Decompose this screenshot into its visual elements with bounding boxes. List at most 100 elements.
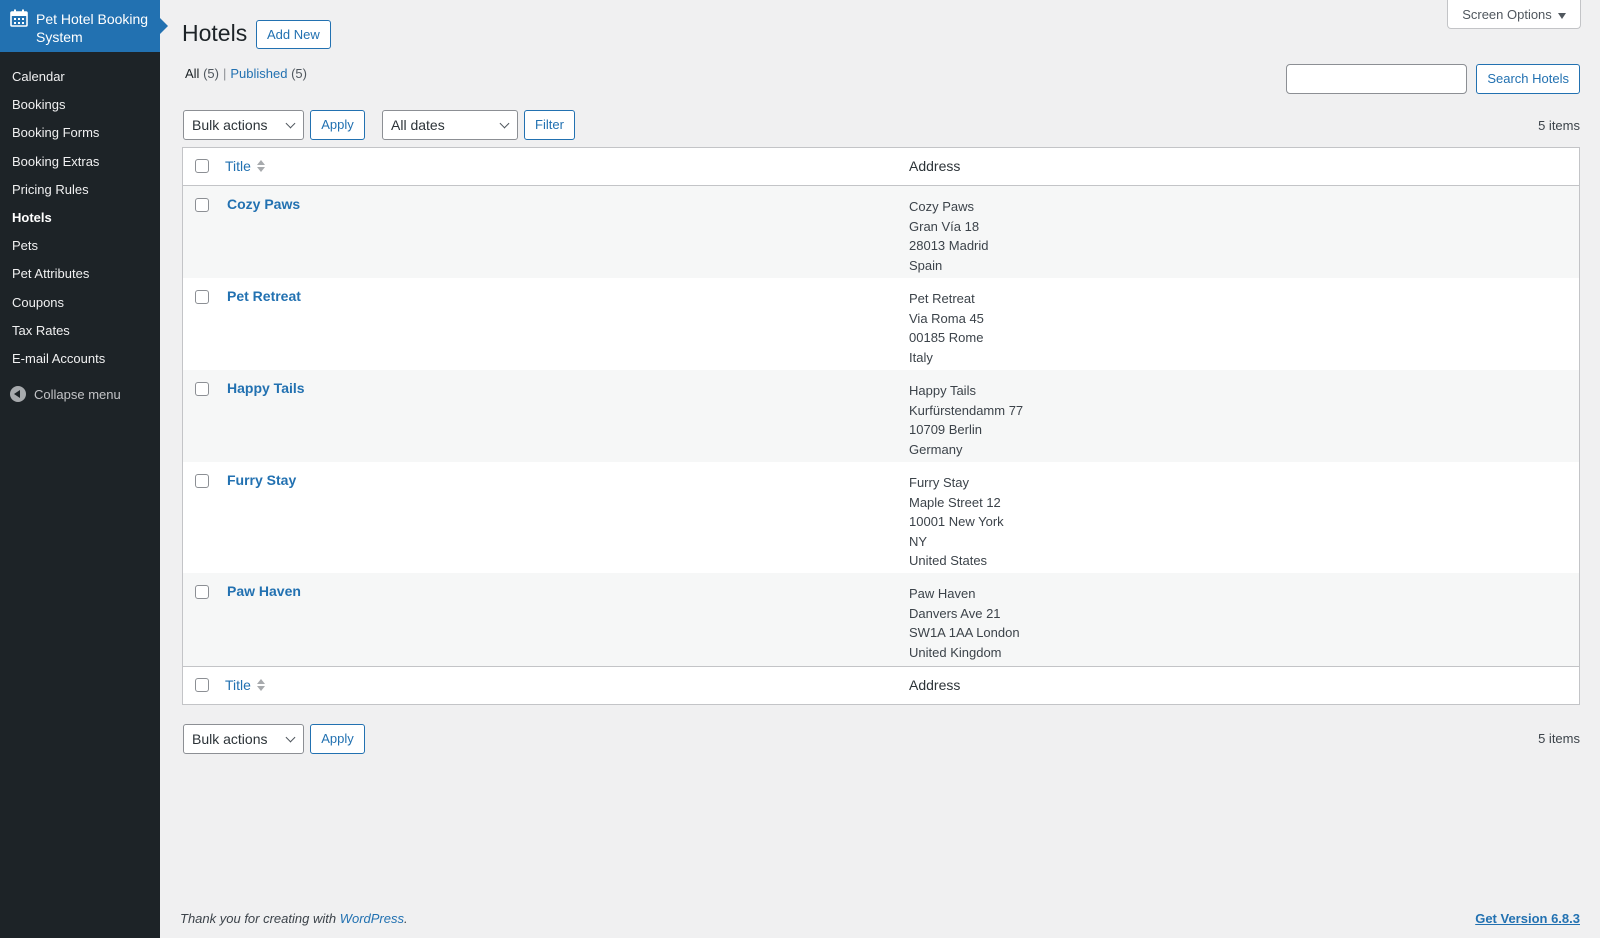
table-row: Paw Haven Paw Haven Danvers Ave 21 SW1A 1AA… bbox=[183, 573, 1579, 666]
address-line: Furry Stay bbox=[909, 475, 969, 490]
address-line: United Kingdom bbox=[909, 644, 1002, 660]
address-line: SW1A 1AA London bbox=[909, 625, 1020, 640]
collapse-menu-button[interactable]: Collapse menu bbox=[10, 386, 121, 402]
hotel-address: Furry Stay Maple Street 12 10001 New York N… bbox=[909, 473, 1004, 571]
row-checkbox[interactable] bbox=[195, 585, 209, 599]
address-line: Happy Tails bbox=[909, 383, 976, 398]
view-published-label: Published bbox=[230, 66, 288, 81]
title-column-sort-footer[interactable]: Title bbox=[225, 677, 265, 693]
select-all-checkbox[interactable] bbox=[195, 159, 209, 173]
sidebar-item-coupons[interactable]: Coupons bbox=[0, 290, 160, 318]
collapse-icon bbox=[10, 386, 26, 402]
table-header: Title Address bbox=[183, 148, 1579, 186]
sidebar-item-bookings[interactable]: Bookings bbox=[0, 92, 160, 120]
title-column-sort[interactable]: Title bbox=[225, 158, 265, 174]
chevron-down-icon bbox=[285, 732, 296, 743]
hotel-title-link[interactable]: Cozy Paws bbox=[227, 196, 300, 212]
select-all-checkbox-footer[interactable] bbox=[195, 678, 209, 692]
address-line: Via Roma 45 bbox=[909, 310, 984, 326]
table-row: Cozy Paws Cozy Paws Gran Vía 18 28013 Madri… bbox=[183, 186, 1579, 278]
plugin-brand-menu[interactable]: Pet Hotel Booking System bbox=[0, 0, 168, 52]
table-row: Furry Stay Furry Stay Maple Street 12 10001… bbox=[183, 462, 1579, 573]
bulk-actions-value: Bulk actions bbox=[192, 117, 268, 133]
hotel-title-link[interactable]: Paw Haven bbox=[227, 583, 301, 599]
brand-title: Pet Hotel Booking System bbox=[36, 11, 149, 45]
hotel-title-link[interactable]: Pet Retreat bbox=[227, 288, 301, 304]
collapse-label: Collapse menu bbox=[34, 386, 121, 402]
search-input[interactable] bbox=[1286, 64, 1467, 94]
address-line: Cozy Paws bbox=[909, 199, 975, 214]
sidebar-item-pets[interactable]: Pets bbox=[0, 233, 160, 261]
hotel-address: Cozy Paws Gran Vía 18 28013 Madrid Spain bbox=[909, 197, 989, 275]
address-line: 28013 Madrid bbox=[909, 238, 989, 253]
hotel-address: Pet Retreat Via Roma 45 00185 Rome Italy bbox=[909, 289, 984, 367]
view-all-count: (5) bbox=[203, 66, 219, 81]
row-checkbox[interactable] bbox=[195, 382, 209, 396]
chevron-down-icon bbox=[285, 118, 296, 129]
footer-thanks-prefix: Thank you for creating with bbox=[180, 911, 340, 926]
get-version-link[interactable]: Get Version 6.8.3 bbox=[1475, 911, 1580, 926]
date-filter-select[interactable]: All dates bbox=[382, 110, 518, 140]
filter-button[interactable]: Filter bbox=[524, 110, 575, 140]
sidebar-item-hotels[interactable]: Hotels bbox=[0, 205, 160, 233]
row-checkbox[interactable] bbox=[195, 474, 209, 488]
address-line: 10001 New York bbox=[909, 514, 1004, 529]
view-all-label: All bbox=[185, 66, 200, 81]
address-line: Kurfürstendamm 77 bbox=[909, 402, 1024, 418]
sidebar-item-tax-rates[interactable]: Tax Rates bbox=[0, 318, 160, 346]
sidebar-item-calendar[interactable]: Calendar bbox=[0, 64, 160, 92]
main-content: Screen Options Hotels Add New All (5) | Pu… bbox=[180, 0, 1581, 938]
sort-icon bbox=[256, 160, 265, 172]
apply-button-bottom[interactable]: Apply bbox=[310, 724, 365, 754]
triangle-down-icon bbox=[1557, 12, 1566, 19]
sidebar-item-booking-extras[interactable]: Booking Extras bbox=[0, 149, 160, 177]
screen-options-button[interactable]: Screen Options bbox=[1447, 0, 1581, 29]
bulk-actions-select-top[interactable]: Bulk actions bbox=[183, 110, 304, 140]
chevron-down-icon bbox=[499, 118, 510, 129]
bulk-actions-select-bottom[interactable]: Bulk actions bbox=[183, 724, 304, 754]
address-line: Pet Retreat bbox=[909, 291, 975, 306]
view-published-count: (5) bbox=[291, 66, 307, 81]
address-column-header: Address bbox=[909, 158, 961, 174]
sidebar-item-pet-attributes[interactable]: Pet Attributes bbox=[0, 261, 160, 289]
address-line: Danvers Ave 21 bbox=[909, 605, 1001, 621]
apply-button-top[interactable]: Apply bbox=[310, 110, 365, 140]
title-column-label: Title bbox=[225, 677, 251, 693]
table-footer: Title Address bbox=[183, 666, 1579, 704]
sidebar-item-e-mail-accounts[interactable]: E-mail Accounts bbox=[0, 346, 160, 374]
hotel-title-link[interactable]: Happy Tails bbox=[227, 380, 305, 396]
calendar-icon bbox=[10, 9, 28, 27]
row-checkbox[interactable] bbox=[195, 290, 209, 304]
search-hotels-button[interactable]: Search Hotels bbox=[1476, 64, 1580, 94]
items-count-bottom: 5 items bbox=[1538, 731, 1580, 746]
sidebar-menu: Calendar Bookings Booking Forms Booking Ext… bbox=[0, 64, 160, 374]
footer-thanks-suffix: . bbox=[404, 911, 408, 926]
address-line: 10709 Berlin bbox=[909, 422, 982, 437]
row-checkbox[interactable] bbox=[195, 198, 209, 212]
hotel-title-link[interactable]: Furry Stay bbox=[227, 472, 296, 488]
hotel-address: Paw Haven Danvers Ave 21 SW1A 1AA London Un… bbox=[909, 584, 1020, 662]
status-views: All (5) | Published (5) bbox=[185, 66, 307, 81]
address-line: Italy bbox=[909, 349, 933, 365]
date-filter-value: All dates bbox=[391, 117, 445, 133]
view-all[interactable]: All (5) bbox=[185, 66, 219, 81]
screen-options-label: Screen Options bbox=[1462, 7, 1552, 22]
bulk-actions-value: Bulk actions bbox=[192, 731, 268, 747]
address-line: United States bbox=[909, 553, 988, 568]
table-body: Cozy Paws Cozy Paws Gran Vía 18 28013 Madri… bbox=[183, 186, 1579, 666]
wordpress-link[interactable]: WordPress bbox=[340, 911, 404, 926]
admin-sidebar: Pet Hotel Booking System Calendar Booking… bbox=[0, 0, 168, 938]
address-line: Gran Vía 18 bbox=[909, 218, 980, 234]
address-line: Germany bbox=[909, 441, 963, 457]
view-separator: | bbox=[222, 66, 227, 81]
address-line: Maple Street 12 bbox=[909, 494, 1001, 510]
sidebar-item-booking-forms[interactable]: Booking Forms bbox=[0, 120, 160, 148]
address-line: Paw Haven bbox=[909, 586, 976, 601]
sidebar-item-pricing-rules[interactable]: Pricing Rules bbox=[0, 177, 160, 205]
sort-icon bbox=[256, 679, 265, 691]
hotel-address: Happy Tails Kurfürstendamm 77 10709 Berlin… bbox=[909, 381, 1023, 459]
add-new-button[interactable]: Add New bbox=[256, 20, 331, 49]
table-row: Happy Tails Happy Tails Kurfürstendamm 77 1… bbox=[183, 370, 1579, 462]
address-line: NY bbox=[909, 533, 928, 549]
view-published[interactable]: Published (5) bbox=[230, 66, 307, 81]
